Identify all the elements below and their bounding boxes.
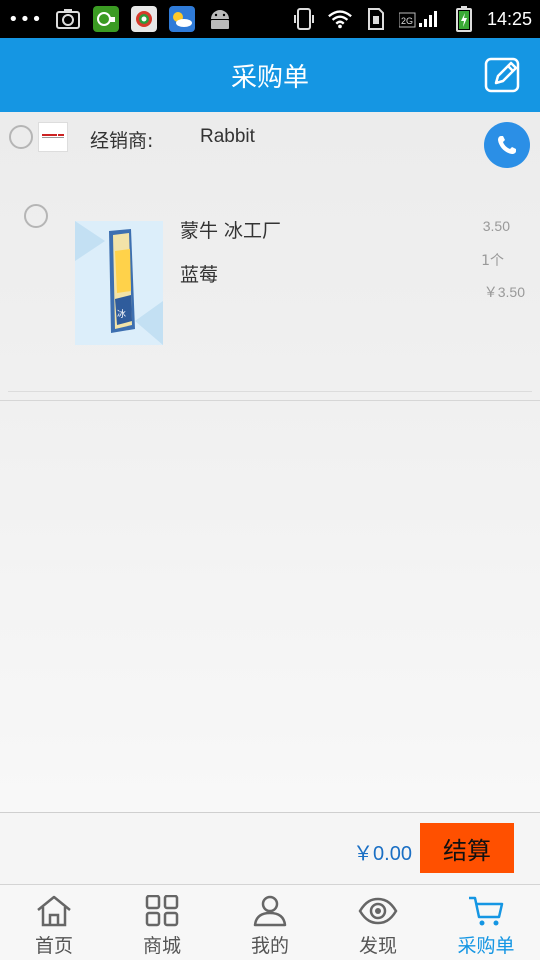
battery-icon [451, 6, 477, 32]
person-icon [253, 895, 287, 927]
network-type: 2G [401, 16, 413, 26]
android-icon [207, 6, 233, 32]
sim-icon [363, 6, 389, 32]
checkout-button[interactable]: 结算 [420, 823, 514, 873]
tab-home[interactable]: 首页 [0, 885, 108, 960]
signal-icon: 2G [398, 6, 441, 32]
status-time: 14:25 [486, 8, 532, 29]
divider [0, 400, 540, 401]
tab-label: 采购单 [457, 935, 515, 957]
product-name: 蒙牛 冰工厂 [180, 220, 282, 242]
app-header: 采购单 [0, 38, 540, 112]
total-amount: ￥0.00 [353, 843, 412, 865]
product-subtotal: ￥3.50 [483, 284, 525, 300]
svg-text:冰: 冰 [117, 308, 126, 320]
screenshot-icon [55, 6, 81, 32]
more-dots-icon: ••• [8, 8, 43, 30]
tab-profile[interactable]: 我的 [216, 885, 324, 960]
tab-mall[interactable]: 商城 [108, 885, 216, 960]
cart-icon [469, 896, 504, 926]
dealer-logo [38, 122, 68, 152]
tab-discover[interactable]: 发现 [324, 885, 432, 960]
home-icon [37, 895, 71, 927]
tab-purchase-order[interactable]: 采购单 [432, 885, 540, 960]
vibrate-icon [291, 6, 317, 32]
product-price: 3.50 [482, 218, 510, 234]
page-title: 采购单 [230, 62, 309, 93]
dealer-name: Rabbit [200, 126, 255, 147]
purchase-list: 经销商: Rabbit 冰 蒙牛 冰工厂 蓝莓 3.50 1个 ￥3.50 [0, 112, 540, 812]
product-quantity: 1个 [481, 253, 504, 269]
dealer-select-radio[interactable] [9, 125, 33, 149]
product-item[interactable]: 冰 蒙牛 冰工厂 蓝莓 3.50 1个 ￥3.50 [0, 192, 540, 402]
product-select-radio[interactable] [24, 204, 48, 228]
app-icon-browser [130, 6, 157, 32]
tab-label: 发现 [358, 935, 397, 957]
grid-icon [145, 895, 179, 927]
divider [8, 391, 532, 392]
edit-button[interactable] [484, 56, 522, 94]
bottom-tab-bar: 首页 商城 我的 发现 采购单 [0, 884, 540, 960]
checkout-bar: ￥0.00 结算 [0, 812, 540, 884]
eye-icon [358, 897, 398, 925]
phone-icon [498, 136, 516, 154]
product-image: 冰 [75, 221, 163, 345]
product-variant: 蓝莓 [180, 264, 219, 286]
tab-label: 我的 [250, 935, 289, 957]
call-button[interactable] [484, 122, 530, 168]
tab-label: 首页 [34, 935, 73, 957]
dealer-row: 经销商: Rabbit [0, 112, 540, 168]
tab-label: 商城 [142, 935, 181, 957]
app-icon-green [92, 6, 119, 32]
edit-icon [484, 57, 520, 93]
dealer-label: 经销商: [90, 130, 154, 152]
weather-icon [168, 6, 195, 32]
status-bar: ••• 2G 14:25 [0, 0, 540, 38]
wifi-icon [327, 6, 353, 32]
